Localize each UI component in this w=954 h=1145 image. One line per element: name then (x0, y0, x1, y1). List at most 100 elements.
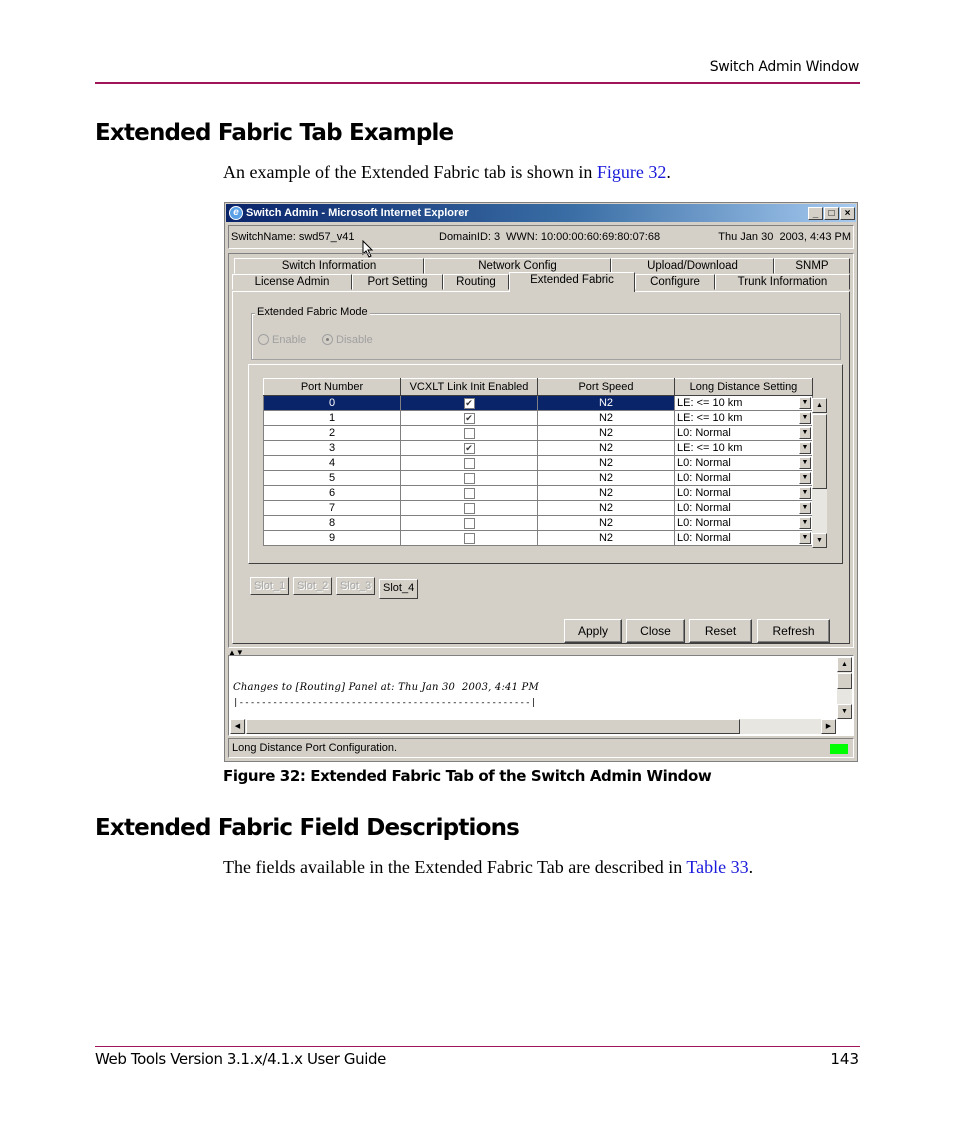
scroll-thumb[interactable] (812, 414, 827, 489)
descriptions-paragraph: The fields available in the Extended Fab… (223, 857, 754, 877)
port-number-cell: 4 (263, 455, 401, 471)
slot-tab-3[interactable]: Slot_3 (336, 577, 376, 595)
dropdown-arrow-icon[interactable]: ▼ (799, 487, 811, 499)
minimize-button[interactable]: _ (808, 207, 823, 220)
checkbox-unchecked-icon[interactable] (463, 487, 475, 499)
long-distance-dropdown[interactable]: L0: Normal ▼ (674, 515, 813, 531)
table-row[interactable]: 7 N2 L0: Normal ▼ (263, 500, 813, 516)
apply-button[interactable]: Apply (564, 619, 622, 643)
reset-button[interactable]: Reset (689, 619, 752, 643)
long-distance-dropdown[interactable]: L0: Normal ▼ (674, 485, 813, 501)
section-heading-tab-example: Extended Fabric Tab Example (95, 120, 454, 146)
log-scroll-thumb[interactable] (837, 673, 852, 689)
tab-trunk-information[interactable]: Trunk Information (715, 274, 850, 290)
port-number-cell: 0 (263, 395, 401, 411)
table-row[interactable]: 6 N2 L0: Normal ▼ (263, 485, 813, 501)
close-window-button[interactable]: × (840, 207, 855, 220)
status-bar: Long Distance Port Configuration. (228, 738, 854, 758)
port-speed-cell: N2 (537, 530, 675, 546)
column-header-vcxlt[interactable]: VCXLT Link Init Enabled (400, 378, 538, 396)
long-distance-dropdown[interactable]: L0: Normal ▼ (674, 530, 813, 546)
radio-disable[interactable]: Disable (322, 334, 373, 346)
table-row[interactable]: 1 ✔ N2 LE: <= 10 km ▼ (263, 410, 813, 426)
dropdown-arrow-icon[interactable]: ▼ (799, 457, 811, 469)
dropdown-arrow-icon[interactable]: ▼ (799, 517, 811, 529)
port-speed-cell: N2 (537, 410, 675, 426)
checkbox-unchecked-icon[interactable] (463, 427, 475, 439)
checkbox-checked-icon[interactable]: ✔ (463, 442, 475, 454)
table-row[interactable]: 8 N2 L0: Normal ▼ (263, 515, 813, 531)
tab-port-setting[interactable]: Port Setting (352, 274, 443, 290)
log-scroll-left-icon[interactable]: ◀ (230, 719, 245, 734)
tab-upload-download[interactable]: Upload/Download (611, 258, 774, 274)
scroll-down-icon[interactable]: ▼ (812, 533, 827, 548)
tab-routing[interactable]: Routing (443, 274, 509, 290)
long-distance-dropdown[interactable]: LE: <= 10 km ▼ (674, 395, 813, 411)
port-table-container: Port Number VCXLT Link Init Enabled Port… (248, 364, 843, 564)
tab-license-admin[interactable]: License Admin (232, 274, 352, 290)
footer-rule (95, 1046, 860, 1047)
close-button[interactable]: Close (626, 619, 685, 643)
slot-tab-1[interactable]: Slot_1 (250, 577, 290, 595)
column-header-port-number[interactable]: Port Number (263, 378, 401, 396)
log-scroll-up-icon[interactable]: ▲ (837, 657, 852, 672)
dropdown-arrow-icon[interactable]: ▼ (799, 427, 811, 439)
log-horizontal-scrollbar[interactable]: ◀ ▶ (230, 719, 836, 734)
dropdown-arrow-icon[interactable]: ▼ (799, 502, 811, 514)
table-row[interactable]: 5 N2 L0: Normal ▼ (263, 470, 813, 486)
long-distance-value: LE: <= 10 km (677, 442, 743, 454)
refresh-button[interactable]: Refresh (757, 619, 830, 643)
ie-icon: e (229, 206, 243, 220)
column-header-port-speed[interactable]: Port Speed (537, 378, 675, 396)
figure-caption: Figure 32: Extended Fabric Tab of the Sw… (223, 767, 712, 785)
table-row[interactable]: 3 ✔ N2 LE: <= 10 km ▼ (263, 440, 813, 456)
maximize-button[interactable]: □ (824, 207, 839, 220)
checkbox-unchecked-icon[interactable] (463, 472, 475, 484)
domain-id: DomainID: 3 (439, 231, 501, 243)
checkbox-checked-icon[interactable]: ✔ (463, 397, 475, 409)
long-distance-dropdown[interactable]: LE: <= 10 km ▼ (674, 410, 813, 426)
checkbox-unchecked-icon[interactable] (463, 457, 475, 469)
table-row[interactable]: 0 ✔ N2 LE: <= 10 km ▼ (263, 395, 813, 411)
tab-snmp[interactable]: SNMP (774, 258, 850, 274)
checkbox-unchecked-icon[interactable] (463, 517, 475, 529)
long-distance-dropdown[interactable]: L0: Normal ▼ (674, 500, 813, 516)
table-vertical-scrollbar[interactable]: ▲ ▼ (812, 398, 827, 548)
long-distance-dropdown[interactable]: L0: Normal ▼ (674, 425, 813, 441)
extended-fabric-mode-group: Extended Fabric Mode Enable Disable (251, 306, 841, 360)
checkbox-checked-icon[interactable]: ✔ (463, 412, 475, 424)
table-row[interactable]: 2 N2 L0: Normal ▼ (263, 425, 813, 441)
slot-tab-4[interactable]: Slot_4 (379, 579, 419, 599)
long-distance-dropdown[interactable]: L0: Normal ▼ (674, 470, 813, 486)
checkbox-unchecked-icon[interactable] (463, 502, 475, 514)
tab-configure[interactable]: Configure (635, 274, 715, 290)
scroll-up-icon[interactable]: ▲ (812, 398, 827, 413)
dropdown-arrow-icon[interactable]: ▼ (799, 472, 811, 484)
checkbox-unchecked-icon[interactable] (463, 532, 475, 544)
dropdown-arrow-icon[interactable]: ▼ (799, 442, 811, 454)
radio-enable[interactable]: Enable (258, 334, 306, 346)
port-number-cell: 8 (263, 515, 401, 531)
port-number-cell: 5 (263, 470, 401, 486)
log-scroll-down-icon[interactable]: ▼ (837, 704, 852, 719)
log-scroll-right-icon[interactable]: ▶ (821, 719, 836, 734)
log-vertical-scrollbar[interactable]: ▲ ▼ (837, 657, 852, 719)
log-hscroll-thumb[interactable] (246, 719, 740, 734)
tab-container: Switch Information Network Config Upload… (228, 253, 854, 648)
port-table: Port Number VCXLT Link Init Enabled Port… (263, 378, 813, 546)
dropdown-arrow-icon[interactable]: ▼ (799, 397, 811, 409)
tab-switch-information[interactable]: Switch Information (234, 258, 424, 274)
slot-tab-2[interactable]: Slot_2 (293, 577, 333, 595)
table-link[interactable]: Table 33 (686, 857, 748, 877)
tab-extended-fabric[interactable]: Extended Fabric (509, 272, 635, 292)
long-distance-dropdown[interactable]: LE: <= 10 km ▼ (674, 440, 813, 456)
column-header-long-distance[interactable]: Long Distance Setting (674, 378, 813, 396)
table-row[interactable]: 9 N2 L0: Normal ▼ (263, 530, 813, 546)
vcxlt-cell (400, 515, 538, 531)
port-number-cell: 2 (263, 425, 401, 441)
dropdown-arrow-icon[interactable]: ▼ (799, 412, 811, 424)
figure-link[interactable]: Figure 32 (597, 162, 667, 182)
dropdown-arrow-icon[interactable]: ▼ (799, 532, 811, 544)
long-distance-dropdown[interactable]: L0: Normal ▼ (674, 455, 813, 471)
table-row[interactable]: 4 N2 L0: Normal ▼ (263, 455, 813, 471)
